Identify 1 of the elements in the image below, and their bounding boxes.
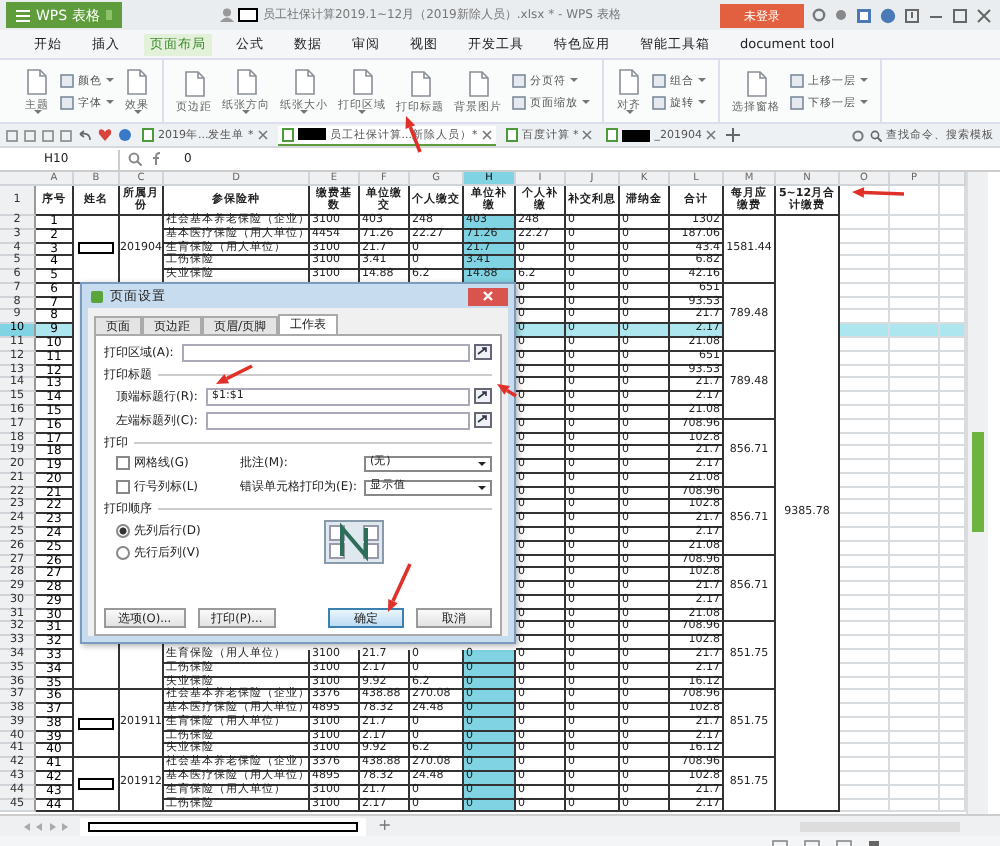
add-sheet-button[interactable]: + xyxy=(378,818,392,834)
